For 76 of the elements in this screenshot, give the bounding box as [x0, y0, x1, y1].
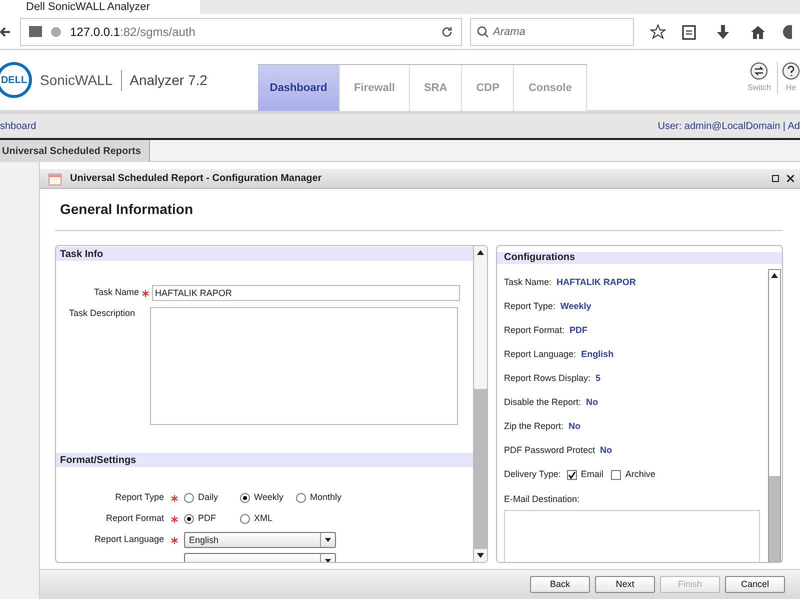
download-icon[interactable]	[716, 24, 730, 40]
checkbox[interactable]	[611, 470, 622, 480]
home-icon[interactable]	[750, 24, 766, 38]
config-label: Report Language:	[504, 348, 576, 362]
star-icon[interactable]	[650, 24, 666, 40]
checkbox-option[interactable]: Archive	[611, 468, 656, 482]
radio-option[interactable]: Monthly	[296, 491, 342, 505]
config-label: Disable the Report:	[504, 396, 582, 410]
config-value: No	[586, 396, 598, 410]
switch-icon[interactable]	[750, 62, 768, 80]
radio-option[interactable]: Weekly	[240, 491, 296, 505]
field-label: Report Format	[104, 512, 164, 526]
maximize-icon[interactable]	[772, 175, 779, 182]
brand-name: SonicWALL	[40, 70, 122, 90]
config-label: Report Type:	[504, 300, 556, 314]
dialog-title: Universal Scheduled Report - Configuration Manager	[70, 172, 323, 186]
panel-header: Configurations	[497, 252, 782, 264]
dialog-button[interactable]: Next	[595, 576, 655, 593]
close-icon[interactable]	[787, 175, 794, 182]
config-label: Zip the Report:	[504, 420, 564, 434]
tab-title: Dell SonicWALL Analyzer	[26, 0, 150, 14]
user-info: User: admin@LocalDomain | Ad	[658, 120, 800, 134]
field-label: E-Mail Destination:	[504, 493, 581, 506]
config-label: Report Format:	[504, 324, 565, 338]
radio-button[interactable]	[296, 493, 306, 503]
radio-button[interactable]	[184, 493, 194, 503]
field-label: Report Type	[114, 491, 164, 504]
dialog-button[interactable]: Cancel	[725, 576, 785, 593]
config-label: Report Rows Display:	[504, 372, 591, 386]
config-value: No	[600, 444, 612, 458]
toolbar-label: He	[786, 82, 796, 94]
reload-icon[interactable]	[441, 26, 453, 38]
dialog-button[interactable]: Back	[530, 576, 590, 593]
config-value: HAFTALIK RAPOR	[556, 276, 636, 290]
clipboard-icon[interactable]	[682, 24, 696, 40]
task-description-field[interactable]	[150, 307, 458, 425]
panel-header: Task Info	[56, 247, 473, 261]
nav-tab[interactable]: Dashboard	[258, 65, 340, 111]
url-text: 127.0.0.1:82/sgms/auth	[70, 24, 196, 40]
checkbox-option[interactable]: Email	[566, 468, 604, 482]
config-label: Task Name:	[504, 276, 552, 290]
config-value: English	[581, 348, 614, 362]
field-label: Delivery Type:	[504, 468, 561, 482]
back-icon[interactable]	[0, 24, 12, 38]
caret-icon	[325, 559, 331, 562]
config-value: PDF	[570, 324, 588, 338]
section-heading: General Information	[59, 200, 194, 219]
task-name-field[interactable]: HAFTALIK RAPOR	[152, 285, 460, 301]
panel-header: Format/Settings	[56, 453, 473, 467]
radio-option[interactable]: XML	[240, 512, 273, 526]
toolbar-label: Switch	[747, 82, 771, 94]
checkbox[interactable]	[566, 470, 577, 480]
radio-button[interactable]	[240, 514, 250, 524]
radio-option[interactable]: Daily	[184, 491, 240, 505]
radio-button[interactable]	[240, 493, 250, 503]
field-label: Task Description	[68, 307, 136, 320]
radio-button[interactable]	[184, 514, 194, 524]
product-name: Analyzer 7.2	[130, 70, 208, 90]
scrollbar[interactable]	[473, 246, 487, 562]
url-field[interactable]: 127.0.0.1:82/sgms/auth	[20, 18, 462, 46]
language-select[interactable]: English	[184, 532, 336, 548]
field-label: Task Name	[92, 286, 139, 300]
help-icon[interactable]	[782, 62, 800, 80]
config-label: PDF Password Protect	[504, 444, 596, 458]
page-tab[interactable]: Universal Scheduled Reports	[0, 140, 150, 162]
search-icon	[477, 26, 489, 38]
config-value: No	[568, 420, 581, 434]
field-label: Report Language	[93, 533, 164, 546]
browser-tab[interactable]: Dell SonicWALL Analyzer	[0, 0, 200, 14]
logo: DELL	[0, 62, 32, 98]
config-value: 5	[596, 372, 601, 386]
caret-icon	[325, 538, 331, 542]
config-value: Weekly	[560, 300, 592, 314]
breadcrumb-link[interactable]: shboard	[0, 118, 36, 134]
scrollbar[interactable]	[768, 269, 781, 562]
radio-option[interactable]: PDF	[184, 512, 240, 526]
